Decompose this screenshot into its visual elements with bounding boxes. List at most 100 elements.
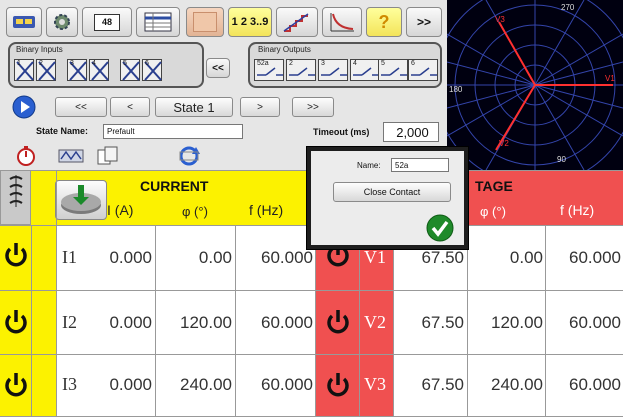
blank-button[interactable]	[186, 7, 224, 37]
refresh-button[interactable]	[170, 145, 208, 167]
more-label: >>	[416, 15, 431, 29]
phasor-label-90: 90	[557, 155, 566, 164]
voltage-title: TAGE	[475, 178, 513, 194]
binary-output-3[interactable]: 3	[318, 59, 348, 81]
table-button[interactable]	[136, 7, 180, 37]
test-screen: 48 1 2 3..9 ? >> Binary Inputs 1 2 3 4 5…	[0, 0, 623, 417]
v2-amplitude[interactable]: 67.50	[394, 313, 464, 333]
i3-frequency[interactable]: 60.000	[237, 375, 313, 395]
popup-name-input[interactable]: 52a	[391, 158, 449, 172]
power-button-i2[interactable]	[0, 304, 31, 340]
state-name-label: State Name:	[36, 126, 89, 136]
settings-button[interactable]	[46, 7, 78, 37]
binary-output-5[interactable]: 5	[378, 59, 408, 81]
phasor-label-180: 180	[449, 85, 463, 94]
grid-line	[155, 225, 156, 417]
i1-phase[interactable]: 0.00	[158, 248, 232, 268]
copy-icon	[97, 146, 118, 165]
v3-phase[interactable]: 240.00	[468, 375, 543, 395]
close-contact-button[interactable]: Close Contact	[333, 182, 451, 202]
power-button-i3[interactable]	[0, 367, 31, 403]
i2-phase[interactable]: 120.00	[158, 313, 232, 333]
box-icon	[193, 12, 217, 32]
curve-button[interactable]	[322, 7, 362, 37]
calendar-icon: 48	[94, 13, 120, 31]
contact-popup: Name: 52a Close Contact	[306, 146, 469, 250]
i2-amplitude[interactable]: 0.000	[78, 313, 152, 333]
waveform-icon	[58, 149, 84, 163]
binary-input-6[interactable]: 6	[142, 59, 162, 81]
binary-inputs-title: Binary Inputs	[16, 45, 63, 54]
i1-frequency[interactable]: 60.000	[237, 248, 313, 268]
waveform-button[interactable]	[57, 147, 85, 165]
play-button[interactable]	[12, 95, 36, 119]
v1-amplitude[interactable]: 67.50	[394, 248, 464, 268]
v2-frequency[interactable]: 60.000	[547, 313, 621, 333]
device-button[interactable]	[6, 7, 42, 37]
grid-line	[56, 170, 57, 417]
prev-state-button[interactable]: <	[110, 97, 150, 117]
binary-input-4[interactable]: 4	[89, 59, 109, 81]
binary-input-2[interactable]: 2	[36, 59, 56, 81]
binary-inputs-group: Binary Inputs 1 2 3 4 5 6	[8, 42, 204, 88]
grid-line	[235, 225, 236, 417]
sequence-label: 1 2 3..9	[231, 16, 269, 28]
timeout-label: Timeout (ms)	[313, 127, 370, 137]
binary-output-4[interactable]: 4	[350, 59, 380, 81]
i1-amplitude[interactable]: 0.000	[78, 248, 152, 268]
calendar-button[interactable]: 48	[82, 7, 132, 37]
ground-icon	[61, 185, 101, 214]
gear-icon	[54, 14, 70, 30]
v3-amplitude[interactable]: 67.50	[394, 375, 464, 395]
row-label-v2: V2	[364, 312, 386, 332]
confirm-button[interactable]	[426, 214, 454, 242]
row-label-v1: V1	[364, 247, 386, 267]
v2-phase[interactable]: 120.00	[468, 313, 543, 333]
binary-input-3[interactable]: 3	[67, 59, 87, 81]
voltage-col-phase: φ (°)	[480, 204, 506, 219]
first-state-button[interactable]: <<	[55, 97, 107, 117]
phasor-label-v1: V1	[605, 74, 615, 83]
timer-button[interactable]	[14, 146, 38, 166]
power-icon	[4, 310, 27, 334]
coil-icon	[9, 175, 23, 207]
grid-line	[31, 225, 32, 417]
collapse-button[interactable]: <<	[206, 58, 230, 78]
last-state-button[interactable]: >>	[292, 97, 334, 117]
phasor-label-v3: V3	[495, 15, 505, 24]
binary-outputs-group: Binary Outputs 52a 2 3 4 5 6	[248, 42, 442, 88]
ground-button[interactable]	[55, 180, 107, 220]
table-icon	[144, 12, 172, 32]
row-label-i3: I3	[62, 374, 77, 394]
binary-output-52a[interactable]: 52a	[254, 59, 284, 81]
binary-output-2[interactable]: 2	[286, 59, 316, 81]
phasor-label-270: 270	[561, 3, 575, 12]
power-button-i1[interactable]	[0, 237, 31, 273]
binary-input-1[interactable]: 1	[14, 59, 34, 81]
v1-frequency[interactable]: 60.000	[547, 248, 621, 268]
copy-button[interactable]	[95, 146, 121, 166]
help-button[interactable]: ?	[366, 7, 402, 37]
timeout-input[interactable]: 2,000	[383, 122, 439, 142]
popup-body: Name: 52a Close Contact	[311, 151, 464, 245]
next-state-button[interactable]: >	[240, 97, 280, 117]
i3-amplitude[interactable]: 0.000	[78, 375, 152, 395]
i3-phase[interactable]: 240.00	[158, 375, 232, 395]
state-selector[interactable]: State 1	[155, 97, 233, 117]
current-col-frequency: f (Hz)	[249, 202, 284, 218]
more-button[interactable]: >>	[406, 7, 442, 37]
row-label-i1: I1	[62, 247, 77, 267]
ramp-button[interactable]	[276, 7, 318, 37]
binary-input-5[interactable]: 5	[120, 59, 140, 81]
current-title: CURRENT	[140, 178, 209, 194]
binary-output-6[interactable]: 6	[408, 59, 438, 81]
v1-phase[interactable]: 0.00	[468, 248, 543, 268]
phasor-diagram: 270 180 90 V1 V2 V3	[434, 0, 623, 186]
row-label-i2: I2	[62, 312, 77, 332]
power-button-v3[interactable]	[322, 367, 353, 403]
power-button-v2[interactable]	[322, 304, 353, 340]
v3-frequency[interactable]: 60.000	[547, 375, 621, 395]
state-name-input[interactable]: Prefault	[103, 124, 243, 139]
sequence-button[interactable]: 1 2 3..9	[228, 7, 272, 37]
i2-frequency[interactable]: 60.000	[237, 313, 313, 333]
